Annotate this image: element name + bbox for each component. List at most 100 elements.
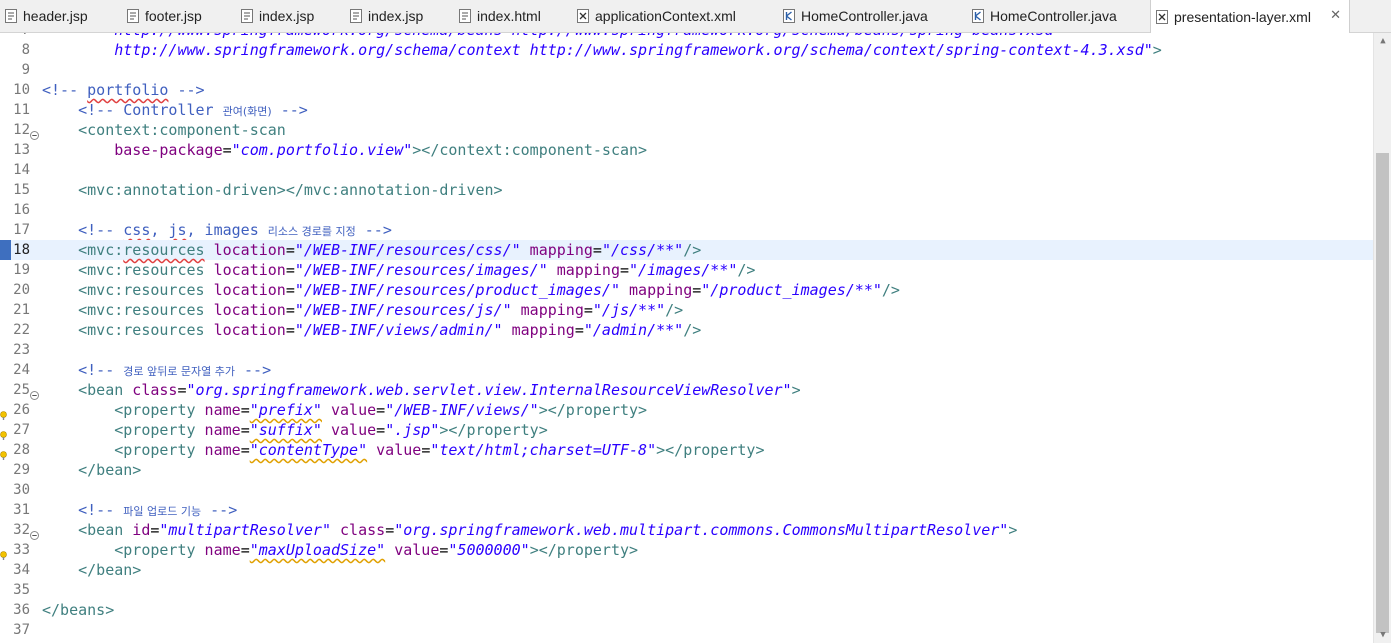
code-line[interactable]: 23 (0, 340, 1373, 360)
code-text[interactable]: <bean class="org.springframework.web.ser… (42, 380, 800, 400)
code-line[interactable]: 19 <mvc:resources location="/WEB-INF/res… (0, 260, 1373, 280)
code-token: > (1008, 521, 1018, 539)
code-line[interactable]: 36 </beans> (0, 600, 1373, 620)
code-token: <property (114, 541, 196, 559)
code-text[interactable]: <mvc:annotation-driven></mvc:annotation-… (42, 180, 502, 200)
code-line[interactable]: 35 (0, 580, 1373, 600)
code-line[interactable]: 21 <mvc:resources location="/WEB-INF/res… (0, 300, 1373, 320)
tab-label: applicationContext.xml (595, 8, 736, 24)
code-text[interactable]: <property name="maxUploadSize" value="50… (42, 540, 638, 560)
code-token: "/WEB-INF/resources/css/" (294, 241, 521, 259)
code-text[interactable]: <bean id="multipartResolver" class="org.… (42, 520, 1017, 540)
code-token: 파일 업로드 기능 (123, 505, 202, 518)
editor-tab[interactable]: header.jsp (0, 0, 122, 32)
code-text[interactable]: <!-- 경로 앞뒤로 문자열 추가 --> (42, 360, 271, 380)
code-line[interactable]: 25 <bean class="org.springframework.web.… (0, 380, 1373, 400)
scroll-up-arrow-icon[interactable]: ▲ (1374, 33, 1391, 49)
vertical-scrollbar[interactable]: ▲ ▼ (1373, 33, 1391, 643)
editor-tab[interactable]: applicationContext.xml (572, 0, 778, 32)
editor-tab[interactable]: HomeController.java (778, 0, 967, 32)
code-text[interactable]: <property name="suffix" value=".jsp"></p… (42, 420, 548, 440)
code-line[interactable]: 26 <property name="prefix" value="/WEB-I… (0, 400, 1373, 420)
code-text[interactable]: <!-- portfolio --> (42, 80, 205, 100)
code-text[interactable]: <context:component-scan (42, 120, 286, 140)
code-text[interactable]: <!-- Controller 관여(화면) --> (42, 100, 308, 120)
fold-toggle-icon[interactable] (30, 385, 39, 400)
code-line[interactable]: 24 <!-- 경로 앞뒤로 문자열 추가 --> (0, 360, 1373, 380)
code-line[interactable]: 22 <mvc:resources location="/WEB-INF/vie… (0, 320, 1373, 340)
line-number: 31 (13, 502, 30, 518)
fold-toggle-icon[interactable] (30, 525, 39, 540)
code-token: "5000000" (448, 541, 530, 559)
code-line[interactable]: 8 http://www.springframework.org/schema/… (0, 40, 1373, 60)
code-line[interactable]: 28 <property name="contentType" value="t… (0, 440, 1373, 460)
editor-tab[interactable]: HomeController.java (967, 0, 1150, 32)
code-text[interactable]: <mvc:resources location="/WEB-INF/resour… (42, 280, 900, 300)
code-line[interactable]: 17 <!-- css, js, images 리소스 경로를 지정 --> (0, 220, 1373, 240)
line-number: 8 (21, 42, 30, 58)
code-text[interactable]: <!-- css, js, images 리소스 경로를 지정 --> (42, 220, 392, 240)
code-token: --> (201, 501, 238, 519)
tab-label: index.jsp (259, 8, 315, 24)
code-line[interactable]: 27 <property name="suffix" value=".jsp">… (0, 420, 1373, 440)
code-token: "/css/**" (601, 241, 684, 259)
code-line[interactable]: 11 <!-- Controller 관여(화면) --> (0, 100, 1373, 120)
code-token: "multipartResolver" (159, 521, 331, 539)
code-line[interactable]: 31 <!-- 파일 업로드 기능 --> (0, 500, 1373, 520)
editor-tab[interactable]: footer.jsp (122, 0, 236, 32)
scrollbar-thumb[interactable] (1376, 153, 1389, 633)
editor-tab[interactable]: index.jsp (345, 0, 454, 32)
code-line[interactable]: 37 (0, 620, 1373, 640)
code-line[interactable]: 15 <mvc:annotation-driven></mvc:annotati… (0, 180, 1373, 200)
editor-tab[interactable]: index.jsp (236, 0, 345, 32)
code-editor[interactable]: 7 http://www.springframework.org/schema/… (0, 33, 1373, 643)
editor-tab[interactable]: presentation-layer.xml ✕ (1150, 0, 1350, 33)
code-token: = (574, 321, 584, 339)
code-text[interactable]: <mvc:resources location="/WEB-INF/resour… (42, 240, 701, 260)
code-line[interactable]: 10 <!-- portfolio --> (0, 80, 1373, 100)
code-line[interactable]: 33 <property name="maxUploadSize" value=… (0, 540, 1373, 560)
code-token: "/WEB-INF/views/" (385, 401, 539, 419)
code-text[interactable]: </bean> (42, 460, 141, 480)
code-line[interactable]: 12 <context:component-scan (0, 120, 1373, 140)
code-line[interactable]: 32 <bean id="multipartResolver" class="o… (0, 520, 1373, 540)
code-text[interactable]: <property name="contentType" value="text… (42, 440, 764, 460)
code-line[interactable]: 29 </bean> (0, 460, 1373, 480)
code-token: location (204, 281, 286, 299)
code-token: "text/html;charset=UTF-8" (430, 441, 657, 459)
code-line[interactable]: 18 <mvc:resources location="/WEB-INF/res… (0, 240, 1373, 260)
editor-tab[interactable]: index.html (454, 0, 572, 32)
close-tab-icon[interactable]: ✕ (1330, 7, 1341, 23)
code-text[interactable]: base-package="com.portfolio.view"></cont… (42, 140, 647, 160)
tab-label: presentation-layer.xml (1174, 8, 1311, 25)
code-text[interactable]: http://www.springframework.org/schema/be… (42, 33, 1053, 40)
code-line[interactable]: 9 (0, 60, 1373, 80)
line-number: 30 (13, 482, 30, 498)
code-token: value (367, 441, 422, 459)
code-text[interactable]: <mvc:resources location="/WEB-INF/resour… (42, 260, 755, 280)
scroll-down-arrow-icon[interactable]: ▼ (1374, 627, 1391, 643)
code-line[interactable]: 14 (0, 160, 1373, 180)
java-file-icon (971, 8, 985, 24)
code-line[interactable]: 7 http://www.springframework.org/schema/… (0, 33, 1373, 40)
code-token: = (240, 441, 250, 459)
code-line[interactable]: 13 base-package="com.portfolio.view"></c… (0, 140, 1373, 160)
code-token: mapping (520, 241, 593, 259)
code-text[interactable]: http://www.springframework.org/schema/co… (42, 40, 1162, 60)
code-text[interactable]: </bean> (42, 560, 141, 580)
code-token: base-package (114, 141, 223, 159)
code-text[interactable]: <property name="prefix" value="/WEB-INF/… (42, 400, 647, 420)
code-text[interactable]: </beans> (42, 600, 114, 620)
code-token: name (195, 401, 241, 419)
code-line[interactable]: 20 <mvc:resources location="/WEB-INF/res… (0, 280, 1373, 300)
code-text[interactable]: <mvc:resources location="/WEB-INF/resour… (42, 300, 683, 320)
code-line[interactable]: 16 (0, 200, 1373, 220)
code-line[interactable]: 30 (0, 480, 1373, 500)
code-text[interactable]: <mvc:resources location="/WEB-INF/views/… (42, 320, 701, 340)
code-line[interactable]: 34 </bean> (0, 560, 1373, 580)
code-token: mapping (511, 301, 584, 319)
code-text[interactable]: <!-- 파일 업로드 기능 --> (42, 500, 237, 520)
fold-toggle-icon[interactable] (30, 125, 39, 140)
